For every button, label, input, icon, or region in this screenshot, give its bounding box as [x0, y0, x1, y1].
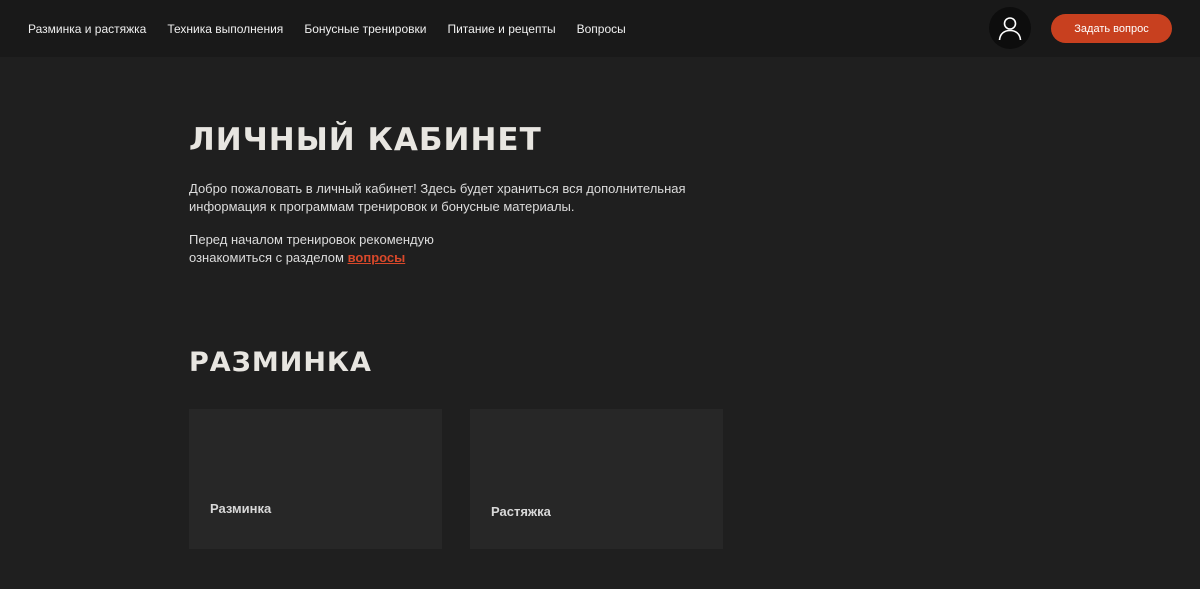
page-title: ЛИЧНЫЙ КАБИНЕТ	[189, 122, 542, 158]
card-stretch-label: Растяжка	[491, 504, 551, 519]
card-warmup[interactable]: Разминка	[189, 409, 442, 549]
section-title-warmup: РАЗМИНКА	[189, 347, 372, 378]
nav-item-technique[interactable]: Техника выполнения	[167, 21, 283, 37]
profile-avatar[interactable]	[989, 7, 1031, 49]
intro-note: Перед началом тренировок рекомендую озна…	[189, 231, 469, 267]
nav-item-nutrition[interactable]: Питание и рецепты	[447, 21, 555, 37]
nav-item-warmup-stretch[interactable]: Разминка и растяжка	[28, 21, 146, 37]
card-stretch[interactable]: Растяжка	[470, 409, 723, 549]
site-header: Разминка и растяжка Техника выполнения Б…	[0, 0, 1200, 57]
questions-link[interactable]: вопросы	[348, 250, 406, 265]
main-nav: Разминка и растяжка Техника выполнения Б…	[28, 21, 647, 37]
ask-question-button[interactable]: Задать вопрос	[1051, 14, 1172, 43]
nav-item-bonus-workouts[interactable]: Бонусные тренировки	[304, 21, 426, 37]
user-icon	[998, 17, 1022, 41]
nav-item-questions[interactable]: Вопросы	[577, 21, 626, 37]
card-warmup-label: Разминка	[210, 501, 272, 516]
welcome-text: Добро пожаловать в личный кабинет! Здесь…	[189, 181, 686, 214]
